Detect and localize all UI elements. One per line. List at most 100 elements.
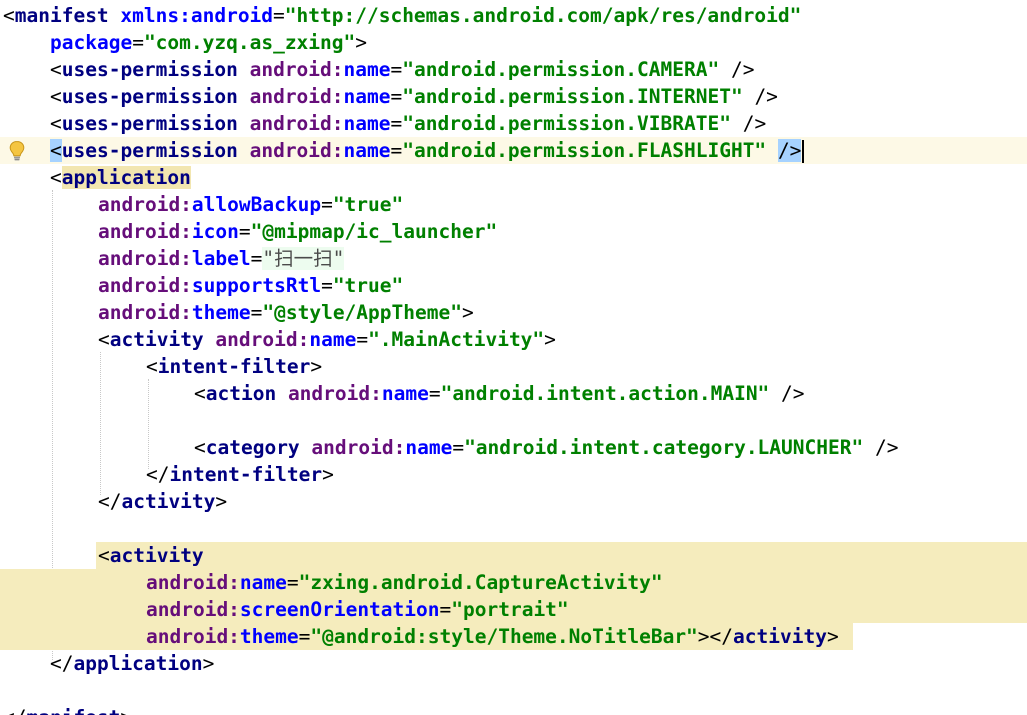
selection-highlight: [96, 542, 1027, 569]
punctuation-token: =: [439, 598, 452, 621]
punctuation-token: =: [250, 247, 263, 270]
attribute-token: supportsRtl: [191, 274, 322, 297]
punctuation-token: =: [321, 274, 333, 297]
code-line[interactable]: android:label="扫一扫": [98, 245, 345, 272]
punctuation-token: =: [132, 31, 144, 54]
attribute-token: xmlns:android: [120, 4, 274, 27]
code-line[interactable]: <intent-filter>: [146, 353, 322, 380]
code-line[interactable]: <category android:name="android.intent.c…: [194, 434, 898, 461]
punctuation-token: >: [120, 706, 132, 715]
namespace-token: android:: [249, 112, 344, 135]
punctuation-token: </: [50, 652, 74, 675]
punctuation-token: />: [777, 139, 802, 162]
tag-token: intent-filter: [169, 463, 323, 486]
attribute-token: name: [343, 85, 391, 108]
code-line[interactable]: package="com.yzq.as_zxing">: [50, 29, 367, 56]
attribute-token: name: [405, 436, 453, 459]
code-line[interactable]: android:supportsRtl="true": [98, 272, 403, 299]
value-token: "portrait": [451, 598, 569, 621]
value-token: "true": [332, 193, 404, 216]
code-line[interactable]: <uses-permission android:name="android.p…: [50, 110, 766, 137]
punctuation-token: =: [390, 58, 403, 81]
punctuation-token: =: [250, 301, 263, 324]
tag-token: uses-permission: [61, 112, 250, 135]
value-token: "android.permission.CAMERA": [402, 58, 720, 81]
code-editor[interactable]: <manifest xmlns:android="http://schemas.…: [0, 0, 1027, 715]
attribute-token: theme: [239, 625, 299, 648]
indent-guide: [100, 352, 101, 495]
attribute-token: name: [381, 382, 429, 405]
tag-token: action: [205, 382, 288, 405]
punctuation-token: =: [390, 139, 403, 162]
text-caret: [802, 140, 805, 163]
punctuation-token: <: [50, 85, 62, 108]
namespace-token: android:: [311, 436, 406, 459]
punctuation-token: <: [98, 544, 110, 567]
punctuation-token: <: [50, 112, 62, 135]
code-line[interactable]: <uses-permission android:name="android.p…: [50, 83, 778, 110]
lightbulb-icon[interactable]: [8, 140, 26, 162]
punctuation-token: =: [298, 625, 311, 648]
value-token: "android.permission.FLASHLIGHT": [402, 139, 767, 162]
punctuation-token: =: [286, 571, 299, 594]
namespace-token: android:: [98, 274, 192, 297]
tag-token: uses-permission: [61, 58, 250, 81]
code-line-current[interactable]: <uses-permission android:name="android.p…: [50, 137, 805, 164]
namespace-token: android:: [146, 598, 240, 621]
tag-token: activity: [109, 544, 204, 567]
value-token: "com.yzq.as_zxing": [143, 31, 356, 54]
code-line[interactable]: </application>: [50, 650, 214, 677]
tag-token: uses-permission: [61, 139, 250, 162]
punctuation-token: >: [544, 328, 556, 351]
attribute-token: theme: [191, 301, 251, 324]
punctuation-token: <: [98, 328, 110, 351]
code-line[interactable]: android:name="zxing.android.CaptureActiv…: [146, 569, 663, 596]
tag-token: application: [61, 166, 191, 189]
code-line[interactable]: android:screenOrientation="portrait": [146, 596, 569, 623]
punctuation-token: <: [194, 436, 206, 459]
attribute-token: allowBackup: [191, 193, 322, 216]
punctuation-token: =: [273, 4, 285, 27]
tag-token: uses-permission: [61, 85, 250, 108]
code-line[interactable]: android:allowBackup="true": [98, 191, 403, 218]
attribute-token: name: [343, 139, 391, 162]
namespace-token: android:: [98, 193, 192, 216]
value-token: "zxing.android.CaptureActivity": [298, 571, 663, 594]
code-line[interactable]: <manifest xmlns:android="http://schemas.…: [3, 2, 801, 29]
punctuation-token: =: [390, 85, 403, 108]
value-token: "http://schemas.android.com/apk/res/andr…: [284, 4, 802, 27]
namespace-token: android:: [98, 220, 192, 243]
punctuation-token: >: [355, 31, 368, 54]
punctuation-token: =: [452, 436, 465, 459]
code-line[interactable]: </activity>: [98, 488, 227, 515]
namespace-token: android:: [146, 625, 240, 648]
code-line[interactable]: <uses-permission android:name="android.p…: [50, 56, 754, 83]
punctuation-token: >: [461, 301, 474, 324]
value-token: "true": [332, 274, 404, 297]
code-line[interactable]: <activity: [98, 542, 204, 569]
code-line[interactable]: android:theme="@android:style/Theme.NoTi…: [146, 623, 839, 650]
code-line[interactable]: </intent-filter>: [146, 461, 334, 488]
code-line[interactable]: <application: [50, 164, 191, 191]
punctuation-token: <: [146, 355, 158, 378]
namespace-token: android:: [215, 328, 310, 351]
punctuation-token: [766, 139, 778, 162]
code-line[interactable]: android:icon="@mipmap/ic_launcher": [98, 218, 497, 245]
code-line[interactable]: android:theme="@style/AppTheme">: [98, 299, 474, 326]
punctuation-token: </: [146, 463, 170, 486]
namespace-token: android:: [98, 301, 192, 324]
tag-token: activity: [109, 328, 216, 351]
namespace-token: android:: [249, 139, 344, 162]
code-line[interactable]: <action android:name="android.intent.act…: [194, 380, 805, 407]
punctuation-token: <: [50, 139, 62, 162]
attribute-token: name: [343, 112, 391, 135]
code-line[interactable]: </manifest>: [3, 704, 132, 715]
punctuation-token: </: [98, 490, 122, 513]
attribute-token: name: [309, 328, 357, 351]
value-token: "android.intent.category.LAUNCHER": [464, 436, 864, 459]
punctuation-token: ></: [697, 625, 734, 648]
punctuation-token: />: [730, 112, 767, 135]
code-line[interactable]: <activity android:name=".MainActivity">: [98, 326, 556, 353]
punctuation-token: >: [826, 625, 839, 648]
punctuation-token: >: [310, 355, 323, 378]
